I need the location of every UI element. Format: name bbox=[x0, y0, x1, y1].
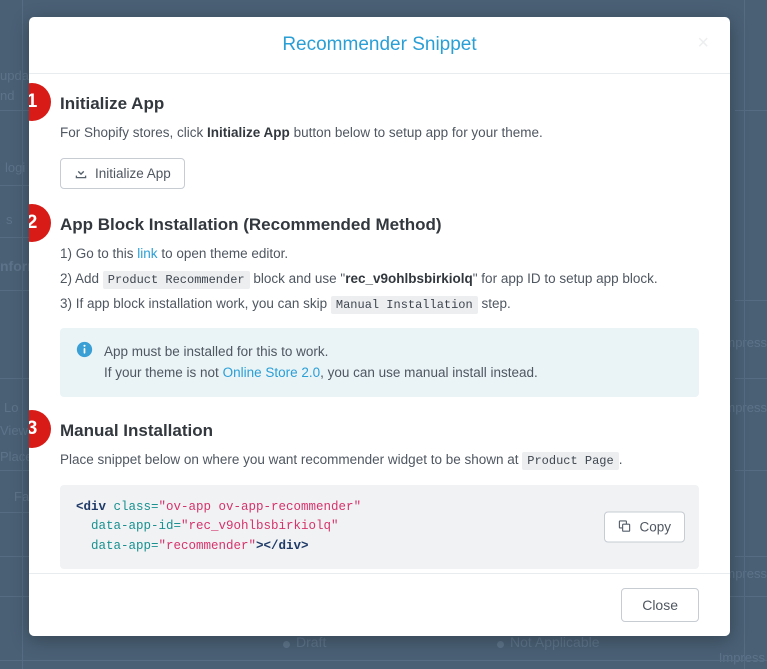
app-block-step-3: 3) If app block installation work, you c… bbox=[60, 294, 699, 315]
info-alert-body: App must be installed for this to work. … bbox=[104, 341, 538, 384]
desc-text: button below to setup app for your theme… bbox=[289, 125, 543, 140]
modal-footer: Close bbox=[29, 573, 730, 636]
step-badge-3: 3 bbox=[29, 409, 51, 448]
modal-body: 1 Initialize App For Shopify stores, cli… bbox=[29, 74, 730, 573]
info-icon bbox=[76, 341, 93, 358]
step-badge-2: 2 bbox=[29, 203, 51, 242]
step-text: " for app ID to setup app block. bbox=[472, 270, 658, 286]
info-alert: App must be installed for this to work. … bbox=[60, 327, 699, 397]
modal-header: Recommender Snippet × bbox=[29, 17, 730, 74]
info-alert-line-2: If your theme is not Online Store 2.0, y… bbox=[104, 362, 538, 384]
manual-installation-code-chip: Manual Installation bbox=[330, 295, 478, 314]
step-text: step. bbox=[477, 295, 511, 311]
status-label-draft: Draft bbox=[296, 634, 327, 650]
step-text: 3) If app block installation work, you c… bbox=[60, 295, 331, 311]
section-initialize-app: 1 Initialize App For Shopify stores, cli… bbox=[29, 83, 699, 189]
desc-text: . bbox=[618, 451, 623, 467]
bg-fragment: s bbox=[6, 212, 13, 227]
download-icon bbox=[74, 166, 88, 180]
section-app-block-installation: 2 App Block Installation (Recommended Me… bbox=[29, 203, 699, 397]
bg-fragment: Lo bbox=[4, 400, 19, 415]
step-badge-1: 1 bbox=[29, 83, 51, 121]
code-tag: <div bbox=[76, 499, 107, 514]
code-string: "rec_v9ohlbsbirkiolq" bbox=[181, 519, 339, 534]
product-page-code-chip: Product Page bbox=[522, 451, 619, 470]
close-button[interactable]: Close bbox=[621, 588, 699, 622]
bg-fragment: nd bbox=[0, 88, 15, 103]
section-title-app-block-installation: App Block Installation (Recommended Meth… bbox=[60, 214, 442, 234]
status-dot-not-applicable bbox=[497, 641, 504, 648]
initialize-app-button[interactable]: Initialize App bbox=[60, 157, 185, 189]
section-title-manual-installation: Manual Installation bbox=[60, 420, 214, 440]
section-title-initialize-app: Initialize App bbox=[60, 94, 165, 113]
snippet-code: <div class="ov-app ov-app-recommender" d… bbox=[76, 498, 683, 556]
copy-icon bbox=[618, 520, 632, 534]
step-text: to open theme editor. bbox=[157, 245, 289, 261]
app-block-step-2: 2) Add Product Recommender block and use… bbox=[60, 269, 699, 290]
app-block-step-1: 1) Go to this link to open theme editor. bbox=[60, 244, 699, 265]
desc-text: Place snippet below on where you want re… bbox=[60, 451, 523, 467]
snippet-code-block: <div class="ov-app ov-app-recommender" d… bbox=[60, 484, 699, 569]
step-text: 1) Go to this bbox=[60, 245, 138, 261]
bg-fragment: upda bbox=[0, 68, 29, 83]
app-id-value: rec_v9ohlbsbirkiolq bbox=[345, 270, 473, 286]
bg-fragment-right: mpress bbox=[724, 335, 767, 350]
alert-text: If your theme is not bbox=[104, 365, 223, 381]
product-recommender-code-chip: Product Recommender bbox=[102, 270, 250, 289]
close-icon[interactable]: × bbox=[691, 29, 715, 57]
desc-bold: Initialize App bbox=[207, 125, 290, 140]
code-attr: data-app= bbox=[76, 538, 159, 553]
bg-fragment-right: Impress bbox=[718, 650, 765, 665]
page-title: Recommender Snippet bbox=[282, 34, 477, 55]
step-text: block and use " bbox=[249, 270, 346, 286]
theme-editor-link[interactable]: link bbox=[137, 246, 157, 261]
info-alert-line-1: App must be installed for this to work. bbox=[104, 343, 329, 359]
step-text: 2) Add bbox=[60, 270, 103, 286]
section-manual-installation: 3 Manual Installation Place snippet belo… bbox=[29, 409, 699, 569]
desc-text: For Shopify stores, click bbox=[60, 125, 208, 140]
copy-button-label: Copy bbox=[639, 519, 671, 535]
code-string: "recommender" bbox=[158, 538, 257, 553]
code-string: "ov-app ov-app-recommender" bbox=[158, 499, 362, 514]
code-attr: class= bbox=[106, 499, 159, 514]
code-attr: data-app-id= bbox=[76, 519, 182, 534]
initialize-app-button-label: Initialize App bbox=[95, 165, 171, 181]
section-description-initialize-app: For Shopify stores, click Initialize App… bbox=[60, 123, 699, 144]
bg-fragment: Place bbox=[0, 449, 33, 464]
alert-text: , you can use manual install instead. bbox=[320, 365, 538, 381]
section-description-manual-installation: Place snippet below on where you want re… bbox=[60, 450, 699, 471]
bg-fragment-right: mpress bbox=[724, 566, 767, 581]
copy-button[interactable]: Copy bbox=[604, 511, 685, 543]
status-dot-draft bbox=[283, 641, 290, 648]
recommender-snippet-modal: Recommender Snippet × 1 Initialize App F… bbox=[29, 17, 730, 636]
online-store-link[interactable]: Online Store 2.0 bbox=[223, 365, 321, 380]
code-tag-close: ></div> bbox=[256, 538, 309, 553]
status-label-not-applicable: Not Applicable bbox=[510, 634, 600, 650]
bg-fragment-right: mpress bbox=[724, 400, 767, 415]
bg-fragment: View bbox=[0, 423, 28, 438]
